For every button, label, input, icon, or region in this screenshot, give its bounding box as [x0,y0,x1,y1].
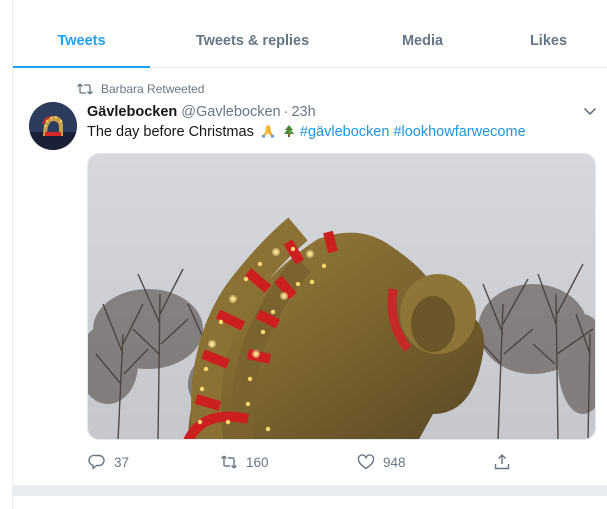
reply-icon [88,454,105,470]
timestamp[interactable]: 23h [291,104,315,120]
folded-hands-emoji [261,125,274,138]
separator: · [283,104,289,120]
tab-likes[interactable]: Likes [490,14,607,67]
heart-icon [357,454,375,470]
username[interactable]: @Gavlebocken [181,104,280,120]
tweet-body: The day before Christmas [87,124,254,140]
reply-count: 37 [114,454,130,470]
tweet-text: The day before Christmas #gävlebocken #l… [87,124,526,140]
tab-tweets[interactable]: Tweets [13,14,150,68]
retweet-context-label[interactable]: Barbara Retweeted [101,82,204,96]
tweet[interactable]: Barbara Retweeted Gävlebocken @Gavlebock… [13,69,607,485]
retweet-context: Barbara Retweeted [77,82,204,96]
tweet-header: Gävlebocken @Gavlebocken · 23h [87,104,316,120]
display-name[interactable]: Gävlebocken [87,104,177,120]
goat-avatar-icon [29,102,77,150]
hashtag-link[interactable]: #gävlebocken [300,124,390,140]
hashtag-link[interactable]: #lookhowfarwecome [393,124,525,140]
retweet-icon [77,83,93,95]
retweet-button[interactable]: 160 [220,453,269,471]
share-icon [494,454,510,470]
retweet-icon [221,455,237,469]
timeline-divider [13,485,607,495]
reply-button[interactable]: 37 [88,453,129,471]
tweet-actions: 37 160 948 [87,453,527,477]
retweet-count: 160 [246,454,269,470]
avatar[interactable] [29,102,77,150]
tab-media[interactable]: Media [355,14,490,67]
straw-goat-photo [88,154,595,439]
like-button[interactable]: 948 [357,453,406,471]
next-tweet-edge [13,495,607,509]
christmas-tree-emoji [283,125,294,137]
tab-tweets-and-replies[interactable]: Tweets & replies [150,14,355,67]
profile-timeline: Tweets Tweets & replies Media Likes Barb… [0,0,607,509]
share-button[interactable] [493,453,519,471]
chevron-down-icon[interactable] [583,107,597,117]
profile-tabs: Tweets Tweets & replies Media Likes [13,14,607,68]
tweet-photo[interactable] [87,153,596,440]
like-count: 948 [383,454,406,470]
